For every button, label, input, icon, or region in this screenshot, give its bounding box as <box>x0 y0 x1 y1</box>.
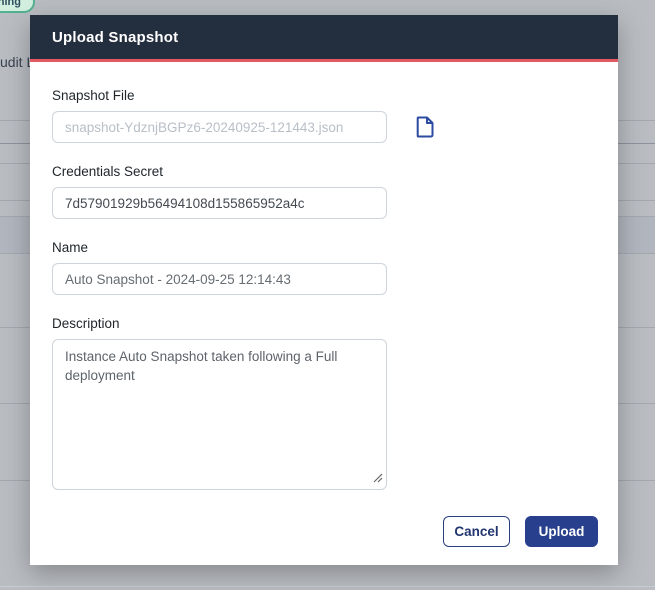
upload-button[interactable]: Upload <box>525 516 598 547</box>
modal-body: Snapshot File Credentials Secret Name De… <box>30 62 618 516</box>
description-label: Description <box>52 316 120 331</box>
modal-footer: Cancel Upload <box>30 516 618 566</box>
credentials-secret-field: Credentials Secret <box>52 164 596 219</box>
status-badge: running <box>0 0 35 13</box>
description-field: Description Instance Auto Snapshot taken… <box>52 316 596 495</box>
snapshot-file-label: Snapshot File <box>52 88 135 103</box>
status-badge-label: running <box>0 0 21 8</box>
modal-title: Upload Snapshot <box>52 28 179 46</box>
name-input[interactable] <box>52 263 387 295</box>
credentials-secret-input[interactable] <box>52 187 387 219</box>
upload-snapshot-modal: Upload Snapshot Snapshot File Credential… <box>30 15 618 565</box>
snapshot-file-input[interactable] <box>52 111 387 143</box>
name-label: Name <box>52 240 89 255</box>
cancel-button[interactable]: Cancel <box>443 516 510 547</box>
description-textarea[interactable]: Instance Auto Snapshot taken following a… <box>52 339 387 490</box>
snapshot-file-field: Snapshot File <box>52 88 596 143</box>
name-field: Name <box>52 240 596 295</box>
modal-header: Upload Snapshot <box>30 15 618 62</box>
credentials-secret-label: Credentials Secret <box>52 164 164 179</box>
file-icon[interactable] <box>414 115 436 139</box>
page-footer-divider <box>0 586 655 587</box>
